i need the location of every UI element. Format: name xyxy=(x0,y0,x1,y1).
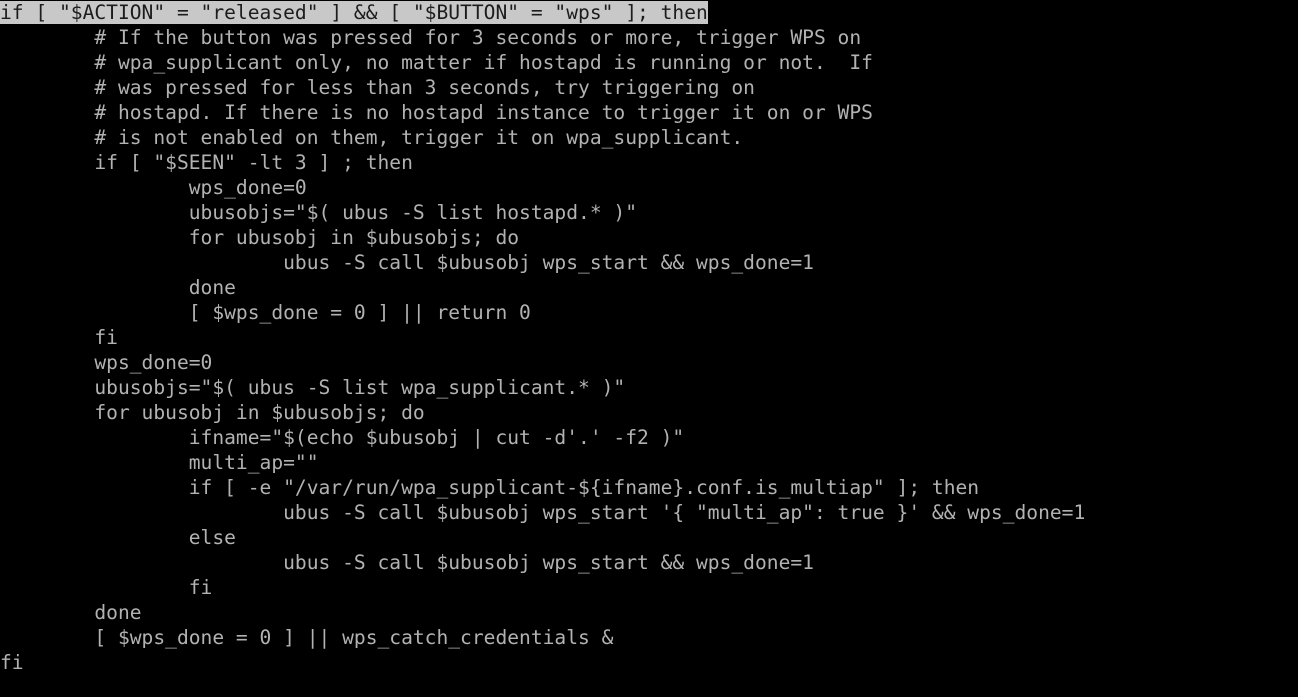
terminal-line: else xyxy=(0,525,1298,550)
terminal-line-text: [ $wps_done = 0 ] || return 0 xyxy=(0,301,531,324)
terminal-line: wps_done=0 xyxy=(0,350,1298,375)
terminal-line-text: if [ -e "/var/run/wpa_supplicant-${ifnam… xyxy=(0,476,980,499)
terminal-line: [ $wps_done = 0 ] || return 0 xyxy=(0,300,1298,325)
terminal-line: [ $wps_done = 0 ] || wps_catch_credentia… xyxy=(0,625,1298,650)
terminal-line-selected: if [ "$ACTION" = "released" ] && [ "$BUT… xyxy=(0,0,1298,25)
terminal-line: done xyxy=(0,275,1298,300)
selected-line-text: if [ "$ACTION" = "released" ] && [ "$BUT… xyxy=(0,1,708,24)
terminal-line: # hostapd. If there is no hostapd instan… xyxy=(0,100,1298,125)
terminal-line-text: ubusobjs="$( ubus -S list wpa_supplicant… xyxy=(0,376,626,399)
terminal-line-text: # wpa_supplicant only, no matter if host… xyxy=(0,51,873,74)
terminal-line: if [ "$SEEN" -lt 3 ] ; then xyxy=(0,150,1298,175)
terminal-line-text: # hostapd. If there is no hostapd instan… xyxy=(0,101,873,124)
terminal-line: ubus -S call $ubusobj wps_start '{ "mult… xyxy=(0,500,1298,525)
terminal-line-text: multi_ap="" xyxy=(0,451,319,474)
terminal-screen[interactable]: if [ "$ACTION" = "released" ] && [ "$BUT… xyxy=(0,0,1298,697)
terminal-line-text: else xyxy=(0,526,236,549)
terminal-line-text: fi xyxy=(0,651,24,674)
terminal-line-text: ifname="$(echo $ubusobj | cut -d'.' -f2 … xyxy=(0,426,685,449)
terminal-line-text: ubus -S call $ubusobj wps_start && wps_d… xyxy=(0,251,814,274)
terminal-line-text: # was pressed for less than 3 seconds, t… xyxy=(0,76,755,99)
terminal-line: fi xyxy=(0,325,1298,350)
terminal-line-text: for ubusobj in $ubusobjs; do xyxy=(0,226,520,249)
terminal-line: if [ -e "/var/run/wpa_supplicant-${ifnam… xyxy=(0,475,1298,500)
terminal-line-text: done xyxy=(0,601,142,624)
terminal-line: # If the button was pressed for 3 second… xyxy=(0,25,1298,50)
terminal-line-text: fi xyxy=(0,576,213,599)
terminal-line: ubusobjs="$( ubus -S list hostapd.* )" xyxy=(0,200,1298,225)
terminal-line-text: ubusobjs="$( ubus -S list hostapd.* )" xyxy=(0,201,638,224)
terminal-line: for ubusobj in $ubusobjs; do xyxy=(0,400,1298,425)
terminal-line: ubusobjs="$( ubus -S list wpa_supplicant… xyxy=(0,375,1298,400)
terminal-line: for ubusobj in $ubusobjs; do xyxy=(0,225,1298,250)
terminal-line-text: # If the button was pressed for 3 second… xyxy=(0,26,862,49)
terminal-window[interactable]: if [ "$ACTION" = "released" ] && [ "$BUT… xyxy=(0,0,1298,697)
terminal-line-text: ubus -S call $ubusobj wps_start && wps_d… xyxy=(0,551,814,574)
terminal-line: # was pressed for less than 3 seconds, t… xyxy=(0,75,1298,100)
terminal-line: done xyxy=(0,600,1298,625)
terminal-line: wps_done=0 xyxy=(0,175,1298,200)
terminal-line-text: done xyxy=(0,276,236,299)
terminal-line-text: for ubusobj in $ubusobjs; do xyxy=(0,401,425,424)
terminal-line: ubus -S call $ubusobj wps_start && wps_d… xyxy=(0,550,1298,575)
terminal-line-text: if [ "$SEEN" -lt 3 ] ; then xyxy=(0,151,413,174)
terminal-line-text: wps_done=0 xyxy=(0,351,213,374)
terminal-line: ubus -S call $ubusobj wps_start && wps_d… xyxy=(0,250,1298,275)
terminal-line: multi_ap="" xyxy=(0,450,1298,475)
terminal-line: # is not enabled on them, trigger it on … xyxy=(0,125,1298,150)
terminal-line: # wpa_supplicant only, no matter if host… xyxy=(0,50,1298,75)
terminal-line: fi xyxy=(0,650,1298,675)
terminal-line-text: fi xyxy=(0,326,118,349)
terminal-line-text: ubus -S call $ubusobj wps_start '{ "mult… xyxy=(0,501,1086,524)
terminal-line: fi xyxy=(0,575,1298,600)
terminal-line-text: wps_done=0 xyxy=(0,176,307,199)
terminal-line: ifname="$(echo $ubusobj | cut -d'.' -f2 … xyxy=(0,425,1298,450)
terminal-line-text: # is not enabled on them, trigger it on … xyxy=(0,126,744,149)
terminal-line-text: [ $wps_done = 0 ] || wps_catch_credentia… xyxy=(0,626,614,649)
